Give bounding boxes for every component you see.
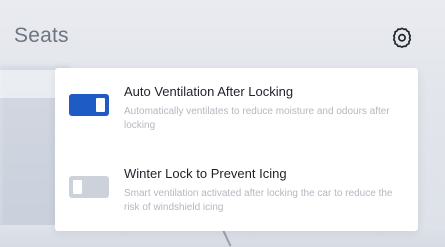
ventilation-options-popup: Auto Ventilation After Locking Automatic… <box>55 68 418 231</box>
option-title: Winter Lock to Prevent Icing <box>124 166 287 181</box>
auto-ventilation-toggle[interactable] <box>69 94 109 116</box>
toggle-knob <box>73 180 82 194</box>
gear-icon <box>392 27 412 48</box>
winter-lock-toggle[interactable] <box>69 176 109 198</box>
settings-button[interactable] <box>389 24 415 50</box>
background-strip <box>0 70 60 98</box>
option-winter-lock: Winter Lock to Prevent Icing Smart venti… <box>55 164 418 224</box>
option-title: Auto Ventilation After Locking <box>124 84 294 99</box>
toggle-knob <box>96 98 105 112</box>
option-description: Smart ventilation activated after lockin… <box>124 188 393 213</box>
page-title: Seats <box>14 24 69 47</box>
option-description: Automatically ventilates to reduce moist… <box>124 106 390 131</box>
option-auto-ventilation: Auto Ventilation After Locking Automatic… <box>55 82 418 142</box>
